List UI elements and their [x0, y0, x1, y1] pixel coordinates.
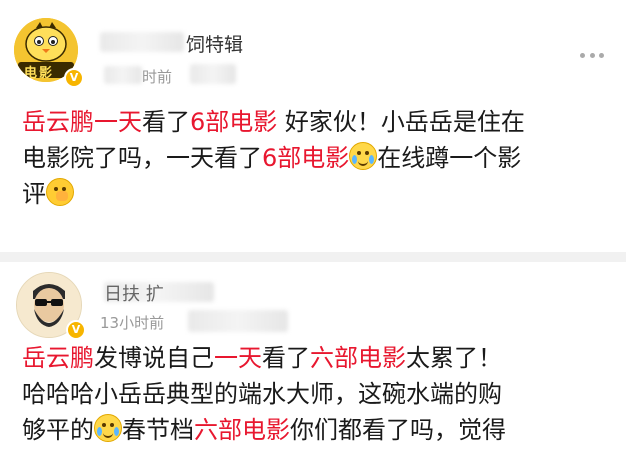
post-divider — [0, 252, 626, 262]
highlight-text: 六部电影 — [194, 416, 290, 444]
avatar-label: 电影 — [24, 66, 55, 81]
blurred-username — [100, 32, 184, 52]
post-time: 13小时前 — [100, 314, 165, 332]
covering-mouth-emoji-icon — [46, 178, 74, 206]
body-text: 春节档 — [122, 416, 194, 444]
blurred-source — [188, 310, 288, 332]
verified-badge-icon: V — [66, 320, 86, 340]
highlight-text: 一天 — [214, 344, 262, 372]
post-body: 岳云鹏一天看了6部电影 好家伙！小岳岳是住在 电影院了吗，一天看了6部电影 在线蹲… — [22, 104, 618, 212]
crying-laugh-emoji-icon — [349, 142, 378, 170]
verified-badge-icon: V — [64, 68, 84, 88]
body-text: 看了 — [142, 108, 190, 136]
highlight-text: 岳云鹏一天 — [22, 108, 142, 136]
body-text: 在线蹲一个影 — [377, 144, 522, 172]
more-dots-icon[interactable] — [580, 50, 604, 60]
body-text: 够平的 — [22, 416, 94, 444]
post-time: 时前 — [142, 68, 173, 86]
highlight-text: 岳云鹏 — [22, 344, 94, 372]
body-text: 评 — [22, 180, 46, 208]
highlight-text: 六部电影 — [310, 344, 406, 372]
body-text: 你们都看了吗，觉得 — [290, 416, 506, 444]
body-text: 太累了！ — [406, 344, 502, 372]
highlight-text: 6部电影 — [262, 144, 350, 172]
blurred-source — [190, 64, 236, 84]
highlight-text: 6部电影 — [190, 108, 278, 136]
body-text: 发博说自己 — [94, 344, 214, 372]
body-text: 看了 — [262, 344, 310, 372]
username[interactable]: 饲特辑 — [186, 30, 243, 57]
post-body: 岳云鹏发博说自己一天看了六部电影太累了！ 哈哈哈小岳岳典型的端水大师，这碗水端的… — [22, 340, 618, 448]
blurred-time — [104, 66, 142, 84]
username[interactable]: 日扶 扩 — [104, 280, 164, 306]
body-text: 哈哈哈小岳岳典型的端水大师，这碗水端的购 — [22, 380, 502, 408]
body-text: 好家伙！小岳岳是住在 — [277, 108, 525, 136]
body-text: 电影院了吗，一天看了 — [22, 144, 262, 172]
crying-laugh-emoji-icon — [94, 414, 122, 442]
